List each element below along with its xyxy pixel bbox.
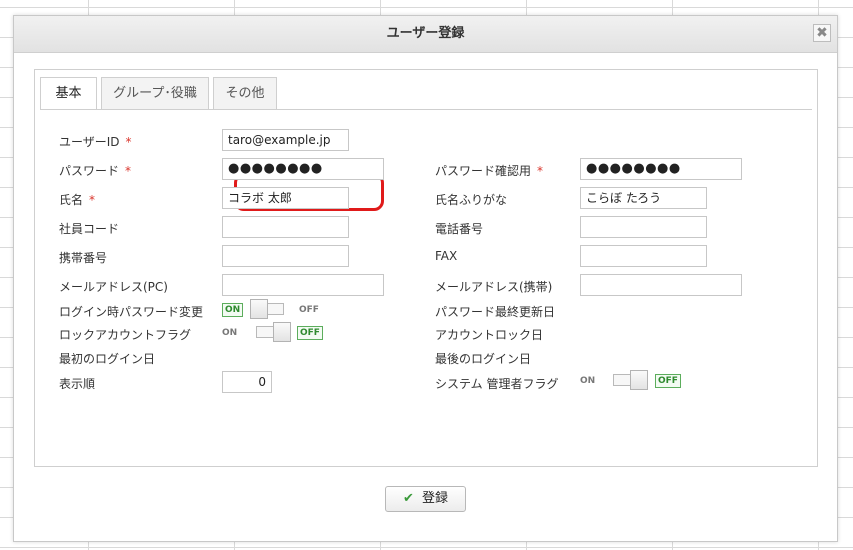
tab-group-position[interactable]: グループ･役職 — [101, 77, 209, 109]
required-mark: * — [125, 164, 132, 178]
tab-basic[interactable]: 基本 — [40, 77, 97, 110]
name-kana-field[interactable]: こらぼ たろう — [580, 187, 707, 209]
name-kana-label: 氏名ふりがな — [435, 193, 508, 207]
toggle-knob[interactable] — [273, 322, 291, 342]
employee-code-label: 社員コード — [59, 222, 120, 236]
lock-account-toggle[interactable]: ON OFF — [222, 322, 332, 344]
tab-divider — [40, 109, 812, 110]
dialog-title: ユーザー登録 — [386, 26, 465, 41]
required-mark: * — [537, 164, 544, 178]
close-button[interactable]: ✖ — [813, 24, 831, 42]
close-icon: ✖ — [816, 25, 828, 41]
user-id-label: ユーザーID * — [59, 135, 132, 149]
toggle-knob[interactable] — [250, 299, 268, 319]
pw-change-on-login-label: ログイン時パスワード変更 — [59, 305, 204, 319]
email-pc-label: メールアドレス(PC) — [59, 280, 168, 294]
toggle-off-label: OFF — [297, 326, 323, 340]
toggle-on-label: ON — [222, 303, 244, 317]
sysadmin-flag-toggle[interactable]: ON OFF — [580, 370, 690, 392]
save-button-label: 登録 — [421, 491, 448, 506]
toggle-on-label: ON — [580, 376, 596, 386]
pw-change-on-login-toggle[interactable]: ON OFF — [222, 299, 332, 321]
dialog-header: ユーザー登録 ✖ — [14, 16, 837, 53]
first-login-label: 最初のログイン日 — [59, 352, 156, 366]
toggle-knob[interactable] — [630, 370, 648, 390]
tab-other[interactable]: その他 — [213, 77, 277, 109]
check-icon: ✔ — [403, 491, 414, 506]
user-registration-dialog: ユーザー登録 ✖ 基本 グループ･役職 その他 ユーザーID * taro@exa… — [13, 15, 838, 542]
pw-last-updated-label: パスワード最終更新日 — [435, 305, 556, 319]
required-mark: * — [89, 193, 96, 207]
mobile-number-label: 携帯番号 — [59, 251, 108, 265]
password-confirm-field[interactable]: ●●●●●●●● — [580, 158, 742, 180]
fax-label: FAX — [435, 249, 458, 263]
lock-account-label: ロックアカウントフラグ — [59, 328, 192, 342]
phone-number-field[interactable] — [580, 216, 707, 238]
mobile-number-field[interactable] — [222, 245, 349, 267]
fax-field[interactable] — [580, 245, 707, 267]
required-mark: * — [125, 135, 132, 149]
form-panel: 基本 グループ･役職 その他 ユーザーID * taro@example.jp パ… — [34, 69, 818, 467]
password-field[interactable]: ●●●●●●●● — [222, 158, 384, 180]
display-order-label: 表示順 — [59, 377, 96, 391]
display-order-field[interactable]: 0 — [222, 371, 272, 393]
toggle-on-label: ON — [222, 328, 238, 338]
password-confirm-label: パスワード確認用 * — [435, 164, 544, 178]
employee-code-field[interactable] — [222, 216, 349, 238]
user-id-field[interactable]: taro@example.jp — [222, 129, 349, 151]
name-label: 氏名 * — [59, 193, 96, 207]
name-field[interactable]: コラボ 太郎 — [222, 187, 349, 209]
email-pc-field[interactable] — [222, 274, 384, 296]
toggle-off-label: OFF — [299, 305, 319, 315]
email-mobile-field[interactable] — [580, 274, 742, 296]
sysadmin-flag-label: システム 管理者フラグ — [435, 377, 559, 391]
phone-number-label: 電話番号 — [435, 222, 484, 236]
last-login-label: 最後のログイン日 — [435, 352, 532, 366]
toggle-off-label: OFF — [655, 374, 681, 388]
email-mobile-label: メールアドレス(携帯) — [435, 280, 553, 294]
save-button[interactable]: ✔ 登録 — [385, 486, 466, 512]
password-label: パスワード * — [59, 164, 132, 178]
account-lock-date-label: アカウントロック日 — [435, 328, 544, 342]
